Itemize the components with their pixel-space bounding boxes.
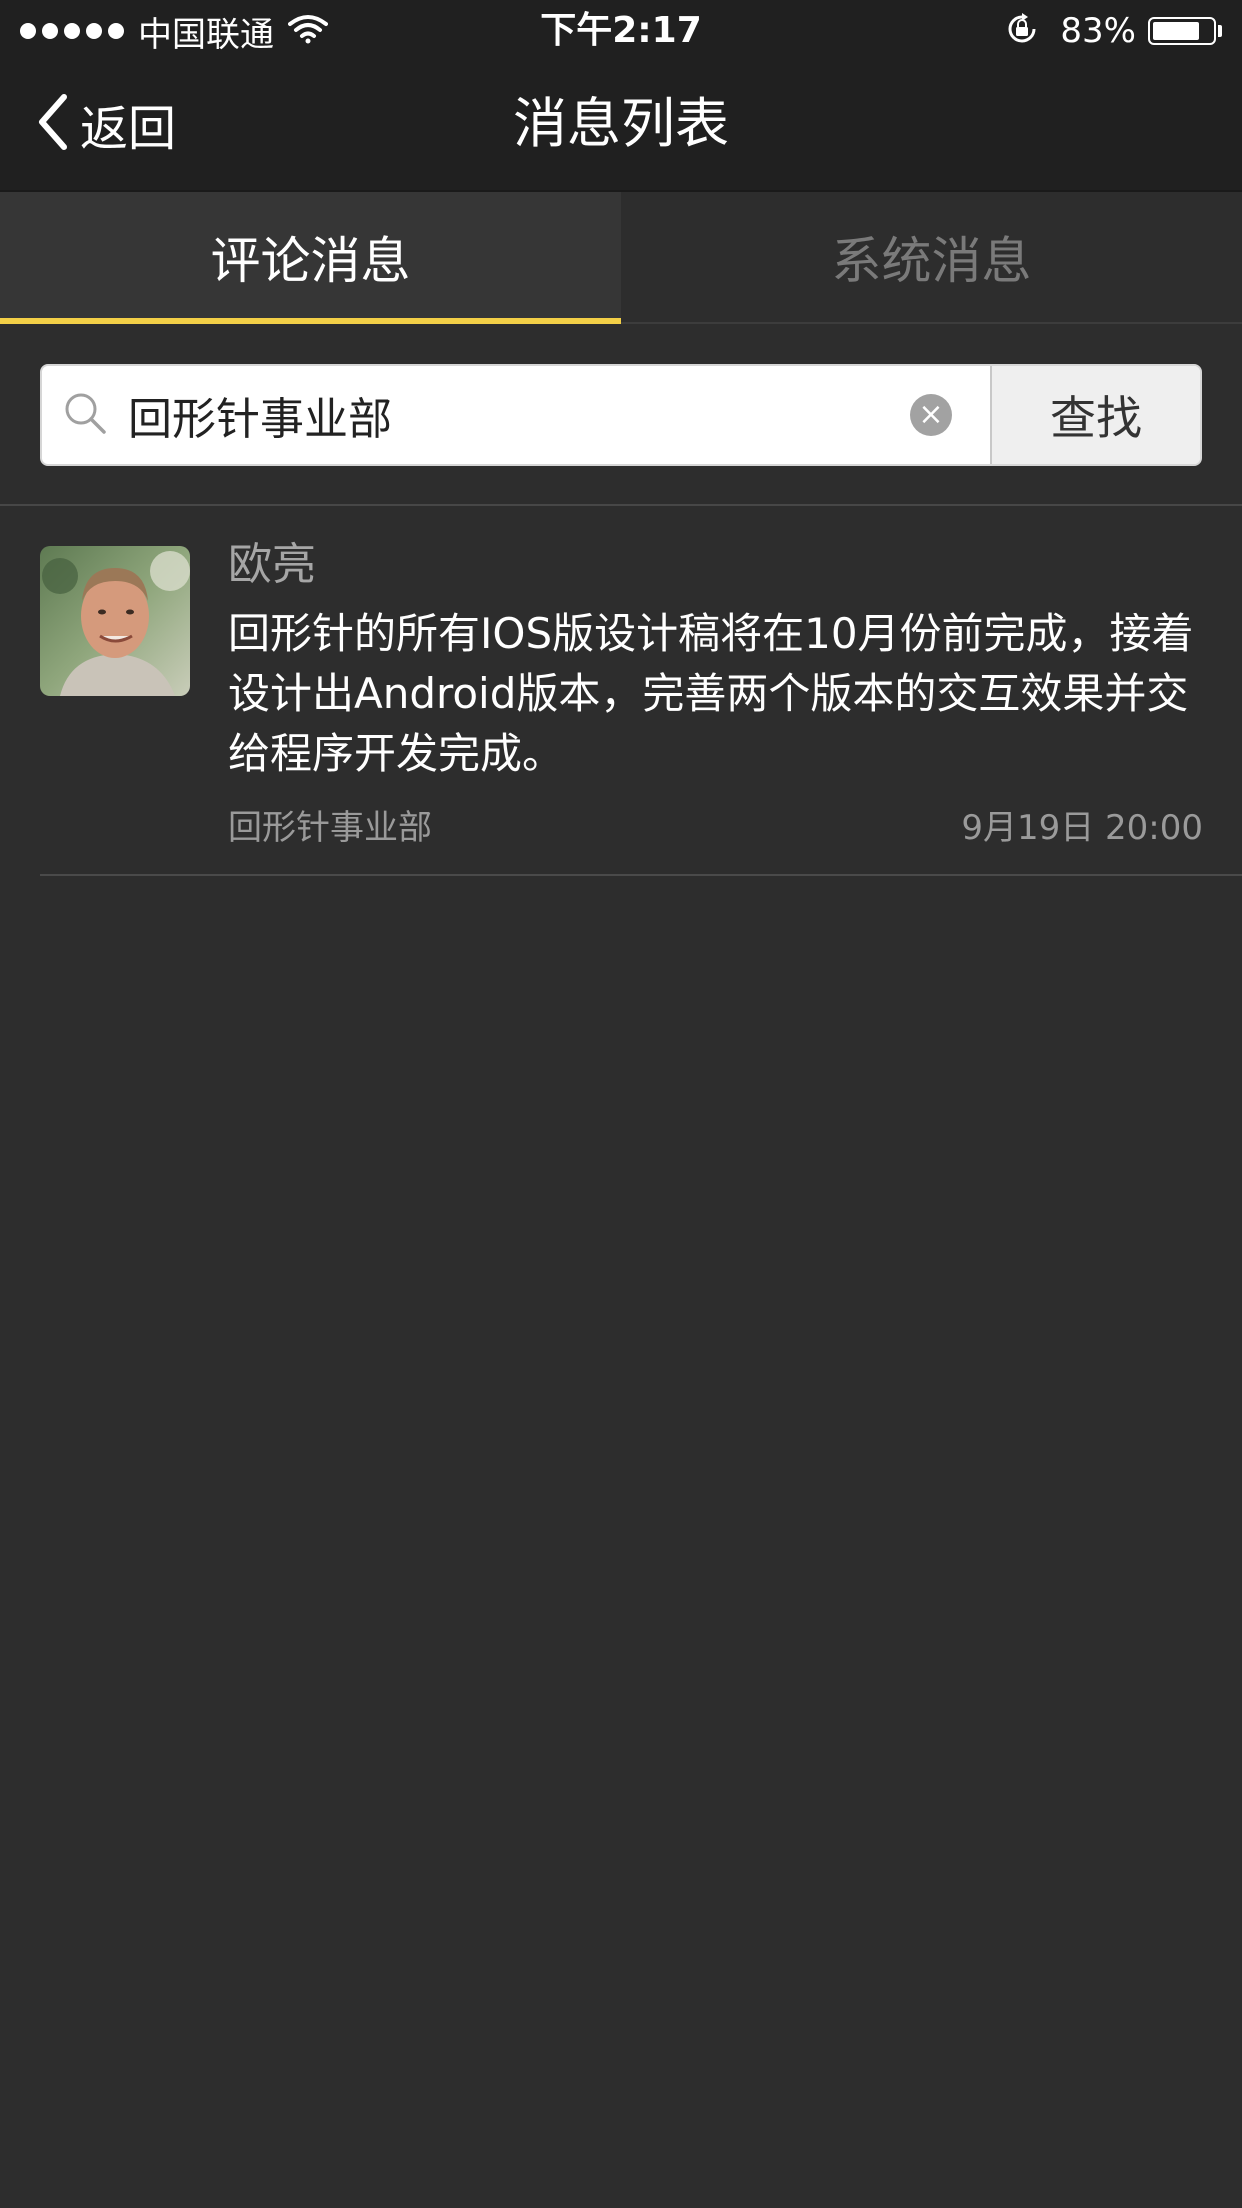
page-title: 消息列表 [513, 92, 729, 155]
status-bar: 中国联通 下午2:17 83% [0, 0, 1242, 62]
tab-system-messages[interactable]: 系统消息 [621, 192, 1242, 322]
list-item[interactable]: 欧亮 回形针的所有IOS版设计稿将在10月份前完成，接着设计出Android版本… [40, 506, 1242, 876]
search-button[interactable]: 查找 [990, 366, 1200, 464]
search-field: × [42, 366, 990, 464]
search-input[interactable] [126, 388, 890, 442]
tab-bar: 评论消息 系统消息 [0, 192, 1242, 324]
search-icon [62, 390, 108, 440]
status-right: 83% [1004, 8, 1222, 54]
tab-comment-messages[interactable]: 评论消息 [0, 192, 621, 324]
message-text: 回形针的所有IOS版设计稿将在10月份前完成，接着设计出Android版本，完善… [228, 609, 1194, 778]
clear-icon[interactable]: × [910, 394, 952, 436]
search-area: × 查找 [0, 324, 1242, 506]
battery-fill [1153, 22, 1200, 40]
battery-tip [1218, 25, 1222, 37]
message-author: 欧亮 [228, 539, 316, 590]
message-group: 回形针事业部 [228, 808, 432, 848]
orientation-lock-icon [1004, 11, 1040, 51]
battery-icon [1148, 17, 1216, 45]
battery-percent: 83% [1060, 11, 1136, 51]
message-body: 欧亮 回形针的所有IOS版设计稿将在10月份前完成，接着设计出Android版本… [228, 536, 1203, 849]
search-box: × 查找 [40, 364, 1202, 466]
avatar [40, 546, 190, 696]
message-meta: 回形针事业部 9月19日 20:00 [228, 800, 1203, 849]
message-timestamp: 9月19日 20:00 [961, 808, 1203, 848]
navigation-bar: 返回 消息列表 [0, 62, 1242, 192]
